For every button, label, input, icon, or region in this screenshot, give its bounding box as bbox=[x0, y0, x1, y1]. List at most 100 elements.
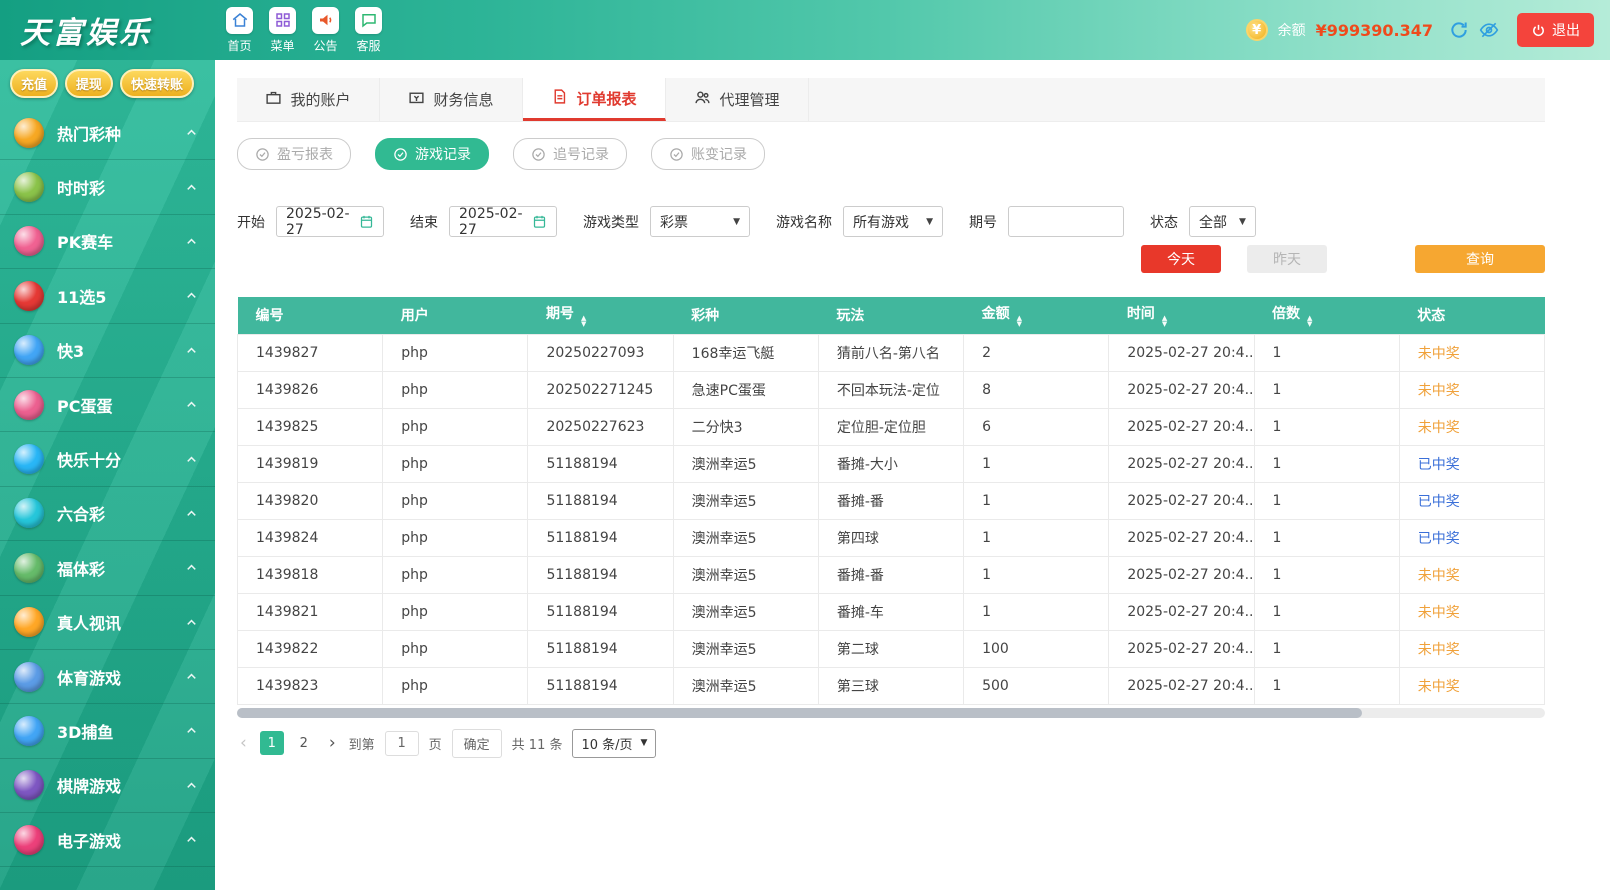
nav-service[interactable]: 客服 bbox=[355, 6, 382, 54]
eye-off-icon[interactable] bbox=[1479, 20, 1499, 40]
column-label: 期号 bbox=[545, 306, 574, 323]
home-icon bbox=[226, 6, 253, 34]
subtab-chase-records[interactable]: 追号记录 bbox=[513, 138, 627, 170]
column-header[interactable]: 倍数 ▲ ▼ bbox=[1254, 297, 1400, 334]
horizontal-scrollbar[interactable] bbox=[237, 707, 1545, 718]
tab-agent-manage[interactable]: 代理管理 bbox=[666, 78, 809, 121]
cell-lottery: 澳洲幸运5 bbox=[672, 481, 819, 520]
cell-amount: 1 bbox=[963, 555, 1110, 594]
sidebar-item[interactable]: 热门彩种 bbox=[0, 106, 215, 161]
cell-status: 未中奖 bbox=[1398, 592, 1546, 631]
cell-amount: 1 bbox=[963, 518, 1110, 557]
scrollbar-thumb[interactable] bbox=[237, 707, 1362, 718]
start-date-input[interactable]: 2025-02-27 bbox=[276, 205, 384, 238]
sidebar-item[interactable]: 体育游戏 bbox=[0, 650, 215, 705]
column-label: 编号 bbox=[255, 308, 284, 325]
column-header: 玩法 bbox=[818, 297, 964, 334]
sidebar-item[interactable]: 真人视讯 bbox=[0, 596, 215, 650]
query-button[interactable]: 查询 bbox=[1415, 245, 1545, 273]
page-button[interactable]: 2 bbox=[292, 731, 316, 755]
status-select[interactable]: 全部 ▼ bbox=[1189, 206, 1256, 237]
sidebar-item[interactable]: 快3 bbox=[0, 324, 215, 378]
tab-my-account[interactable]: 我的账户 bbox=[237, 78, 380, 121]
nav-label: 菜单 bbox=[270, 38, 295, 53]
issue-input[interactable] bbox=[1008, 206, 1124, 237]
nav-announcement[interactable]: 公告 bbox=[312, 6, 339, 54]
pagination: ‹ 12 › 到第 页 确定 共 11 条 10 条/页 ▼ bbox=[237, 728, 1545, 758]
sidebar-item[interactable]: 电子游戏 bbox=[0, 813, 215, 868]
column-header[interactable]: 金额 ▲ ▼ bbox=[963, 297, 1109, 334]
sidebar-item[interactable]: 六合彩 bbox=[0, 487, 215, 542]
menu-icon bbox=[269, 6, 296, 34]
page-button[interactable]: 1 bbox=[259, 731, 284, 755]
sidebar-item[interactable]: 福体彩 bbox=[0, 541, 215, 596]
goto-page-input[interactable] bbox=[384, 730, 419, 756]
confirm-button[interactable]: 确定 bbox=[451, 728, 502, 758]
subtab-label: 追号记录 bbox=[553, 147, 609, 163]
end-date-input[interactable]: 2025-02-27 bbox=[449, 206, 557, 238]
sidebar-item[interactable]: 11选5 bbox=[0, 269, 215, 324]
chevron-up-icon bbox=[184, 560, 199, 575]
subtab-profit-report[interactable]: 盈亏报表 bbox=[237, 138, 351, 170]
sidebar-item[interactable]: 时时彩 bbox=[0, 160, 215, 215]
sidebar-item[interactable]: 3D捕鱼 bbox=[0, 704, 215, 759]
column-label: 状态 bbox=[1417, 308, 1446, 325]
subtab-bar: 盈亏报表 游戏记录 追号记录 账变记录 bbox=[237, 138, 1545, 170]
sidebar: 充值 提现 快速转账 热门彩种 时时彩 PK赛车 11选5 快3 PC蛋蛋快乐十分六合彩福体彩… bbox=[0, 60, 215, 890]
sidebar-item-label: 六合彩 bbox=[57, 505, 106, 525]
coin-icon: ¥ bbox=[1245, 19, 1268, 41]
quick-button[interactable]: 提现 bbox=[65, 69, 114, 98]
yesterday-button[interactable]: 昨天 bbox=[1247, 245, 1327, 273]
next-page-icon[interactable]: › bbox=[326, 733, 339, 753]
prev-page-icon[interactable]: ‹ bbox=[237, 733, 250, 753]
lottery-ball-icon bbox=[14, 280, 44, 311]
column-header[interactable]: 期号 ▲ ▼ bbox=[527, 297, 674, 334]
table-row: 1439824 php 51188194 澳洲幸运5 第四球 1 2025-02-27 20… bbox=[236, 518, 1546, 557]
today-button[interactable]: 今天 bbox=[1141, 245, 1221, 273]
cell-user: php bbox=[382, 666, 529, 705]
lottery-ball-icon bbox=[14, 715, 44, 746]
page-buttons: 12 bbox=[259, 731, 316, 755]
game-type-select[interactable]: 彩票 ▼ bbox=[650, 206, 750, 237]
cell-play: 番摊-大小 bbox=[817, 444, 965, 483]
cell-lottery: 澳洲幸运5 bbox=[672, 555, 819, 594]
subtab-account-change-records[interactable]: 账变记录 bbox=[651, 138, 765, 170]
sidebar-item[interactable]: 棋牌游戏 bbox=[0, 759, 215, 814]
balance-value: ¥999390.347 bbox=[1315, 20, 1433, 40]
subtab-game-records[interactable]: 游戏记录 bbox=[375, 138, 489, 170]
cell-play: 番摊-车 bbox=[817, 592, 965, 631]
refresh-icon[interactable] bbox=[1449, 20, 1469, 40]
sidebar-item-label: 快乐十分 bbox=[57, 451, 122, 471]
chevron-up-icon bbox=[184, 615, 199, 630]
nav-home[interactable]: 首页 bbox=[226, 6, 253, 54]
cell-multiple: 1 bbox=[1253, 481, 1400, 520]
cell-time: 2025-02-27 20:4... bbox=[1108, 518, 1255, 557]
tab-order-report[interactable]: 订单报表 bbox=[523, 78, 666, 121]
nav-menu[interactable]: 菜单 bbox=[269, 6, 296, 54]
sidebar-item[interactable]: 快乐十分 bbox=[0, 432, 215, 487]
sidebar-item-label: 真人视讯 bbox=[57, 614, 122, 634]
start-date-value: 2025-02-27 bbox=[286, 205, 350, 238]
logout-button[interactable]: 退出 bbox=[1517, 13, 1594, 47]
check-circle-icon bbox=[669, 147, 684, 162]
tab-finance-info[interactable]: 财务信息 bbox=[380, 78, 523, 121]
page-size-select[interactable]: 10 条/页 ▼ bbox=[572, 728, 657, 758]
quick-button[interactable]: 充值 bbox=[10, 69, 59, 98]
sort-icon[interactable]: ▲ ▼ bbox=[581, 315, 586, 328]
chevron-up-icon bbox=[184, 832, 199, 847]
cell-id: 1439824 bbox=[236, 518, 384, 557]
sort-icon[interactable]: ▲ ▼ bbox=[1017, 315, 1022, 328]
sidebar-item[interactable]: PK赛车 bbox=[0, 215, 215, 270]
game-name-select[interactable]: 所有游戏 ▼ bbox=[843, 206, 943, 237]
sort-icon[interactable]: ▲ ▼ bbox=[1162, 315, 1167, 328]
sort-icon[interactable]: ▲ ▼ bbox=[1307, 315, 1312, 328]
goto-label: 到第 bbox=[348, 737, 375, 753]
quick-button[interactable]: 快速转账 bbox=[120, 69, 195, 98]
sidebar-item[interactable]: PC蛋蛋 bbox=[0, 378, 215, 433]
sidebar-item-label: 快3 bbox=[57, 342, 85, 362]
lottery-ball-icon bbox=[14, 552, 44, 583]
column-label: 彩种 bbox=[691, 308, 720, 325]
column-header[interactable]: 时间 ▲ ▼ bbox=[1108, 297, 1255, 334]
cell-id: 1439827 bbox=[236, 333, 384, 372]
nav-label: 公告 bbox=[313, 38, 338, 53]
